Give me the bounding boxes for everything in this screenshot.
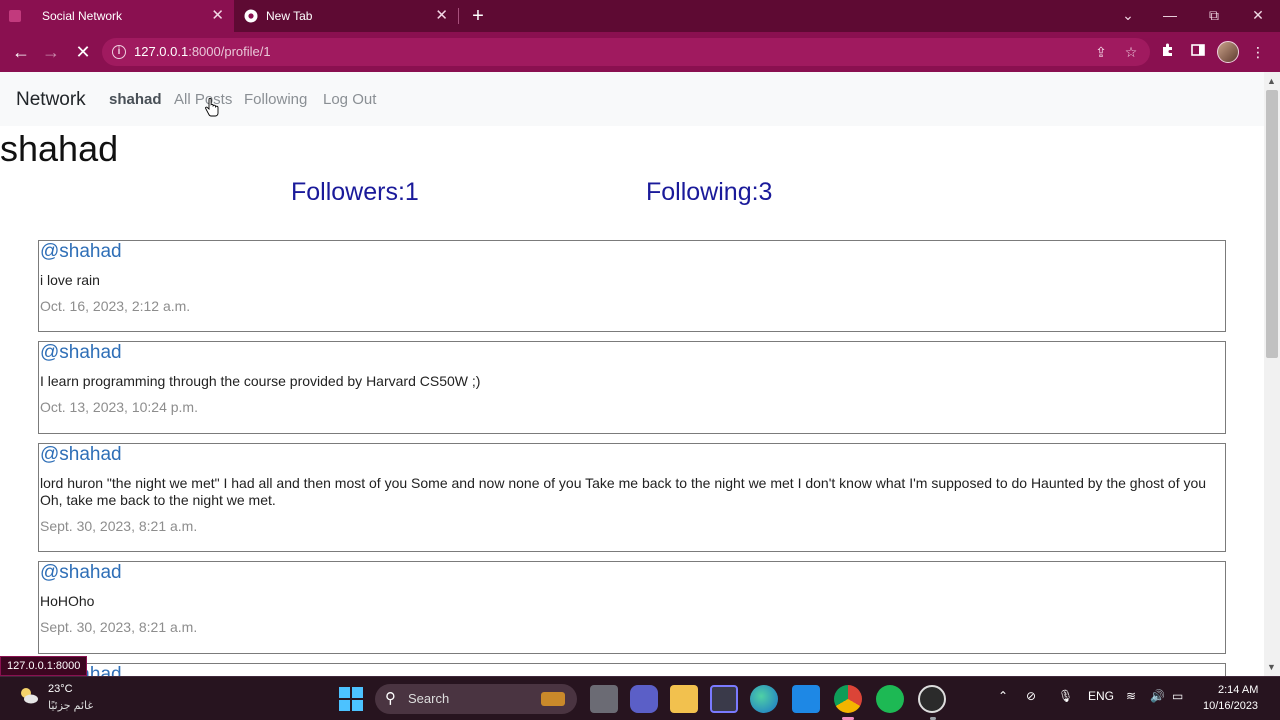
vscode-icon[interactable]: [792, 685, 820, 713]
partly-cloudy-night-icon[interactable]: [18, 685, 40, 707]
following-count: Following:3: [646, 178, 773, 206]
weather-description[interactable]: غائم جزئيًا: [48, 699, 93, 712]
tab-new-tab[interactable]: New Tab ✕: [236, 0, 458, 32]
wifi-icon[interactable]: ≋: [1126, 689, 1136, 703]
chrome-taskbar-icon[interactable]: [834, 685, 862, 713]
search-icon: ⚲: [385, 690, 396, 707]
post-timestamp: Sept. 30, 2023, 8:21 a.m.: [40, 518, 198, 534]
post-timestamp: Oct. 13, 2023, 10:24 p.m.: [40, 399, 198, 415]
hand-cursor-icon: [205, 98, 219, 117]
chrome-icon: [244, 9, 258, 23]
scroll-up-arrow-icon[interactable]: ▲: [1267, 76, 1276, 86]
profile-heading: shahad: [0, 128, 119, 169]
side-panel-icon[interactable]: [1188, 42, 1208, 62]
tab-social-network[interactable]: Social Network ✕: [0, 0, 234, 32]
minimize-button[interactable]: —: [1158, 4, 1182, 26]
clock-time[interactable]: 2:14 AM: [1218, 684, 1258, 696]
share-icon[interactable]: ⇪: [1092, 43, 1110, 61]
post-content: HoHOho: [40, 593, 95, 609]
taskbar-search[interactable]: ⚲ Search: [375, 684, 577, 714]
spotify-icon[interactable]: [876, 685, 904, 713]
teams-chat-icon[interactable]: [630, 685, 658, 713]
url-path: :8000/profile/1: [188, 44, 271, 59]
close-tab-icon[interactable]: ✕: [435, 6, 448, 26]
windows-start-icon[interactable]: [339, 687, 363, 711]
url-host: 127.0.0.1: [134, 44, 189, 59]
post-card: @shahad lord huron "the night we met" I …: [38, 443, 1226, 552]
stop-loading-button[interactable]: ✕: [72, 41, 94, 63]
tab-title: Social Network: [42, 9, 123, 23]
microphone-icon[interactable]: 🎙: [1058, 689, 1073, 703]
tab-divider: [458, 8, 459, 24]
address-bar[interactable]: i 127.0.0.1:8000/profile/1 ⇪ ☆: [102, 38, 1150, 66]
volume-icon[interactable]: 🔊: [1150, 689, 1165, 703]
battery-icon[interactable]: ▭: [1172, 689, 1183, 703]
post-author-link[interactable]: @shahad: [40, 241, 122, 263]
scrollbar-thumb[interactable]: [1266, 90, 1278, 358]
tab-search-dropdown-icon[interactable]: ⌄: [1116, 4, 1140, 26]
nav-username-link[interactable]: shahad: [109, 91, 162, 108]
clock-date[interactable]: 10/16/2023: [1203, 700, 1258, 712]
post-card: @shahad HoHOho Sept. 30, 2023, 8:21 a.m.: [38, 561, 1226, 654]
post-author-link[interactable]: @shahad: [40, 562, 122, 584]
page-viewport: Network shahad All Posts Following Log O…: [0, 72, 1264, 676]
file-explorer-icon[interactable]: [670, 685, 698, 713]
search-highlight-icon: [541, 692, 565, 706]
followers-count: Followers:1: [291, 178, 419, 206]
post-timestamp: Sept. 30, 2023, 8:21 a.m.: [40, 619, 198, 635]
link-status-bubble: 127.0.0.1:8000: [0, 656, 88, 676]
nav-logout-link[interactable]: Log Out: [323, 91, 376, 108]
new-tab-button[interactable]: +: [468, 4, 488, 28]
weather-temperature[interactable]: 23°C: [48, 683, 73, 695]
nav-following-link[interactable]: Following: [244, 91, 307, 108]
extensions-puzzle-icon[interactable]: [1158, 42, 1178, 62]
search-label: Search: [408, 691, 450, 706]
post-card: @shahad: [38, 663, 1226, 676]
post-card: @shahad I learn programming through the …: [38, 341, 1226, 434]
back-button[interactable]: ←: [10, 41, 32, 63]
post-content: I learn programming through the course p…: [40, 373, 481, 389]
close-tab-icon[interactable]: ✕: [211, 6, 224, 26]
post-author-link[interactable]: @shahad: [40, 342, 122, 364]
browser-toolbar: ← → ✕ i 127.0.0.1:8000/profile/1 ⇪ ☆ ⋮: [0, 32, 1280, 72]
post-timestamp: Oct. 16, 2023, 2:12 a.m.: [40, 298, 191, 314]
page-favicon-icon: [9, 10, 21, 22]
url-text[interactable]: 127.0.0.1:8000/profile/1: [134, 44, 271, 59]
windows-taskbar: 23°C غائم جزئيًا ⚲ Search ⌃ ⊘ 🎙 ENG ≋ 🔊 …: [0, 676, 1280, 720]
site-navbar: Network shahad All Posts Following Log O…: [0, 72, 1264, 126]
tab-title: New Tab: [266, 9, 313, 23]
task-view-icon[interactable]: [590, 685, 618, 713]
scroll-down-arrow-icon[interactable]: ▼: [1267, 662, 1276, 672]
forward-button[interactable]: →: [40, 41, 62, 63]
post-author-link[interactable]: @shahad: [40, 444, 122, 466]
navbar-brand[interactable]: Network: [16, 89, 86, 111]
language-indicator[interactable]: ENG: [1088, 689, 1114, 703]
microsoft-store-icon[interactable]: [710, 685, 738, 713]
network-off-icon[interactable]: ⊘: [1026, 689, 1036, 703]
restore-button[interactable]: ⧉: [1202, 4, 1226, 26]
show-hidden-icons-chevron-icon[interactable]: ⌃: [998, 689, 1008, 703]
more-menu-icon[interactable]: ⋮: [1248, 42, 1268, 62]
post-content: lord huron "the night we met" I had all …: [40, 475, 1207, 508]
obs-studio-icon[interactable]: [918, 685, 946, 713]
close-window-button[interactable]: ✕: [1246, 4, 1270, 26]
post-card: @shahad i love rain Oct. 16, 2023, 2:12 …: [38, 240, 1226, 332]
post-content: i love rain: [40, 272, 100, 288]
profile-avatar[interactable]: [1217, 41, 1239, 63]
edge-browser-icon[interactable]: [750, 685, 778, 713]
page-scrollbar[interactable]: ▲ ▼: [1264, 72, 1280, 676]
site-info-icon[interactable]: i: [112, 45, 126, 59]
bookmark-star-icon[interactable]: ☆: [1122, 43, 1140, 61]
tab-strip: Social Network ✕ New Tab ✕ + ⌄ — ⧉ ✕: [0, 0, 1280, 32]
